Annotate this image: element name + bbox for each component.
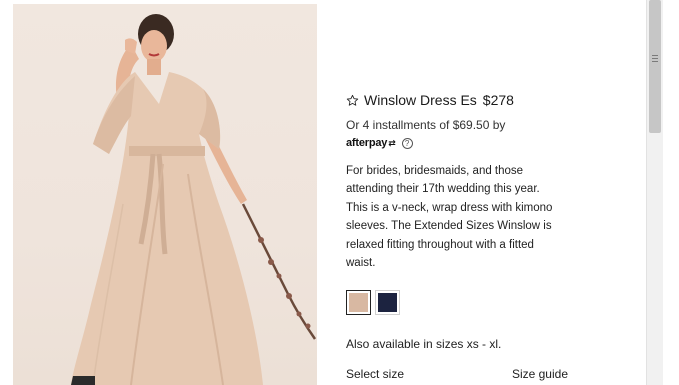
- dress-photo: [71, 14, 317, 385]
- size-row: Select size Size guide: [346, 367, 568, 381]
- window-edge: [663, 0, 679, 385]
- product-image[interactable]: [13, 4, 317, 385]
- swatch-navy[interactable]: [375, 290, 400, 315]
- size-guide-link[interactable]: Size guide: [512, 367, 568, 381]
- sizes-note: Also available in sizes xs - xl.: [346, 337, 502, 351]
- afterpay-logo[interactable]: afterpay ⇄: [346, 137, 396, 149]
- question-circle-icon[interactable]: ?: [401, 137, 413, 149]
- product-price: $278: [482, 92, 514, 108]
- product-title-row: Winslow Dress Es $278: [346, 92, 514, 108]
- scrollbar[interactable]: [646, 0, 663, 385]
- swatch-blush[interactable]: [346, 290, 371, 315]
- product-title: Winslow Dress Es: [364, 92, 477, 108]
- product-page: Winslow Dress Es $278 Or 4 installments …: [0, 0, 679, 385]
- product-description: For brides, bridesmaids, and those atten…: [346, 165, 553, 270]
- star-icon[interactable]: [346, 94, 359, 107]
- scrollbar-thumb[interactable]: [649, 0, 661, 133]
- scrollbar-grip-icon: [652, 55, 658, 62]
- product-info: Winslow Dress Es $278 Or 4 installments …: [346, 0, 636, 385]
- select-size-button[interactable]: Select size: [346, 367, 404, 381]
- color-swatches: [346, 290, 400, 315]
- afterpay-row: afterpay ⇄ ?: [346, 137, 413, 149]
- afterpay-logo-text: afterpay: [346, 137, 388, 149]
- afterpay-arrows-icon: ⇄: [388, 137, 396, 148]
- swatch-navy-fill: [378, 293, 397, 312]
- swatch-blush-fill: [349, 293, 368, 312]
- installments-text: Or 4 installments of $69.50 by: [346, 118, 506, 132]
